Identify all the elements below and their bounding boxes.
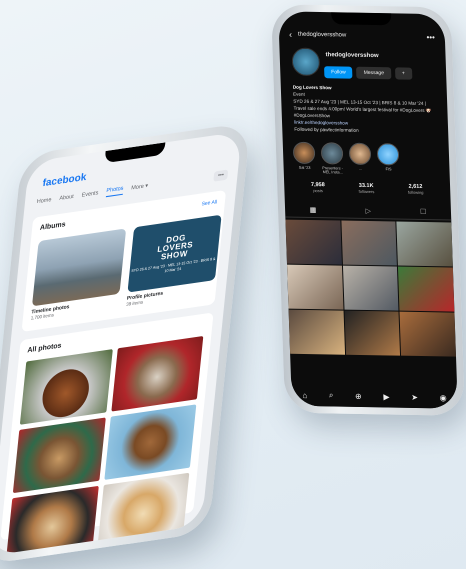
followers-stat[interactable]: 33.1K followers [358,183,374,194]
more-options-icon[interactable]: ••• [426,32,435,41]
phone-notch [104,142,166,164]
albums-title: Albums [39,221,66,232]
grid-tab-icon[interactable]: ▦ [310,206,317,214]
all-photos-title: All photos [27,342,62,355]
highlight-item[interactable]: Presenters - MEL Insta... [320,142,344,175]
grid-photo[interactable] [342,265,399,311]
tab-home[interactable]: Home [36,197,51,205]
messages-icon[interactable]: ➤ [411,392,418,401]
photo-thumb[interactable] [19,349,113,425]
album-timeline[interactable]: Timeline photos 1,700 items [31,228,127,321]
bio-text: SYD 26 & 27 Aug '23 | MEL 13-15 Oct '23 … [293,98,432,119]
tab-events[interactable]: Events [81,190,98,199]
ig-tabs: ▦ ▷ ☐ [284,205,452,221]
search-icon[interactable]: ⌕ [329,390,334,400]
see-all-link[interactable]: See All [201,199,217,207]
photo-thumb[interactable] [110,335,204,412]
grid-photo[interactable] [288,309,345,355]
highlight-label: Sat '23 [298,165,311,170]
reels-icon[interactable]: ▶ [383,392,389,401]
story-highlights: Sat '23 Presenters - MEL Insta... ... FI… [292,141,444,177]
follow-button[interactable]: Follow [324,66,353,79]
albums-card: Albums See All Timeline photos 1,700 ite… [21,189,227,333]
photo-thumb[interactable] [12,417,106,494]
tab-about[interactable]: About [59,194,74,202]
grid-photo[interactable] [396,221,453,267]
following-stat[interactable]: 2,612 following [408,184,424,195]
tab-more[interactable]: More ▾ [131,183,148,192]
album-cover [31,228,127,307]
followed-by[interactable]: Followed by pawfectinformation [294,126,438,136]
highlight-label: ... [358,166,363,171]
profile-icon[interactable]: ◉ [439,393,446,402]
posts-stat[interactable]: 7,958 posts [311,182,325,193]
ig-username: thedogloversshow [325,52,379,60]
back-icon[interactable]: ‹ [289,30,292,40]
facebook-phone: facebook Home About Events Photos More ▾… [0,122,251,566]
facebook-screen: facebook Home About Events Photos More ▾… [0,131,242,556]
home-icon[interactable]: ⌂ [302,390,307,399]
grid-photo[interactable] [344,310,401,356]
ig-bio: Dog Lovers Show Event SYD 26 & 27 Aug '2… [293,84,439,136]
instagram-screen: ‹ thedogloversshow ••• thedogloversshow … [278,11,458,409]
album-profile[interactable]: DOG LOVERS SHOW SYD 26 & 27 Aug '23 · ME… [126,214,222,307]
grid-photo[interactable] [341,220,398,266]
grid-photo[interactable] [287,264,344,310]
instagram-phone: ‹ thedogloversshow ••• thedogloversshow … [270,4,466,416]
album-cover: DOG LOVERS SHOW SYD 26 & 27 Aug '23 · ME… [127,214,222,293]
grid-photo[interactable] [285,219,342,265]
create-icon[interactable]: ⊕ [355,391,362,400]
photo-thumb[interactable] [5,485,99,556]
message-button[interactable]: Message [356,66,392,80]
grid-photo[interactable] [398,266,455,312]
reels-tab-icon[interactable]: ▷ [365,207,371,215]
add-user-icon[interactable]: + [394,67,413,80]
grid-photo[interactable] [399,311,457,357]
highlight-label: FIS [385,167,392,172]
ig-photo-grid [285,219,457,357]
logo-dates: SYD 26 & 27 Aug '23 · MEL 13-15 Oct '23 … [131,256,216,273]
profile-stats: 7,958 posts 33.1K followers 2,612 follow… [294,182,440,196]
highlight-item[interactable]: ... [348,142,372,175]
ig-username-header: thedogloversshow [297,31,347,39]
ig-header: ‹ thedogloversshow ••• [289,30,435,43]
photo-thumb[interactable] [96,472,190,549]
logo-word: SHOW [160,248,189,262]
highlight-item[interactable]: FIS [376,143,400,175]
stat-label: following [407,189,424,195]
stat-label: followers [358,188,375,195]
photo-thumb[interactable] [103,404,197,481]
more-options-icon[interactable]: ••• [213,169,229,182]
tagged-tab-icon[interactable]: ☐ [420,208,427,216]
stat-label: posts [313,188,323,194]
ig-action-buttons: Follow Message + [324,66,413,80]
fb-photo-grid [5,335,204,556]
all-photos-card: All photos [0,312,214,556]
phone-notch [331,12,392,26]
profile-avatar[interactable] [291,47,321,77]
highlight-item[interactable]: Sat '23 [292,141,316,174]
highlight-label: Presenters - MEL Insta... [322,166,343,175]
tab-photos[interactable]: Photos [105,185,124,197]
facebook-logo[interactable]: facebook [42,172,87,190]
ig-bottom-nav: ⌂ ⌕ ⊕ ▶ ➤ ◉ [291,383,458,409]
